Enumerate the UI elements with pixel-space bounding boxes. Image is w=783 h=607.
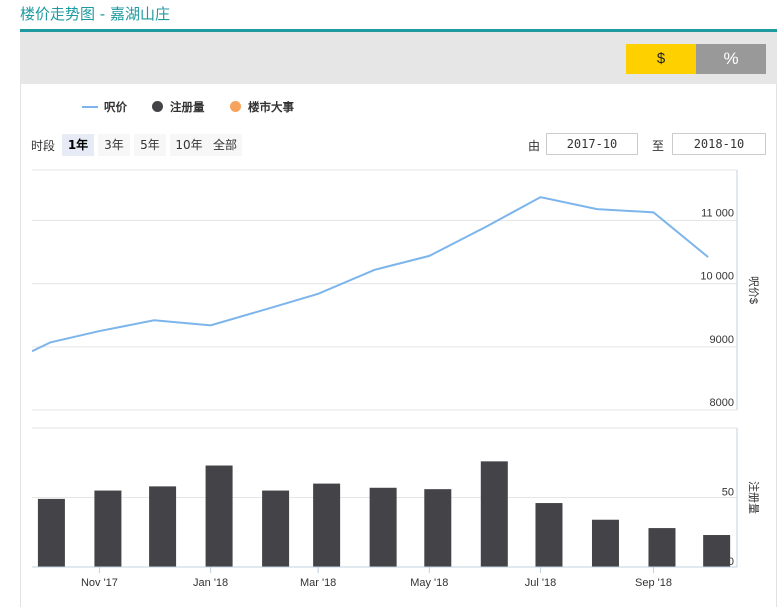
volume-bar: [149, 486, 177, 567]
x-tick-label: May '18: [410, 577, 448, 589]
x-tick-label: Sep '18: [635, 577, 672, 589]
volume-tick-label: 50: [722, 487, 734, 499]
x-tick-label: Nov '17: [81, 577, 118, 589]
volume-bar: [313, 483, 341, 567]
volume-bar: [535, 503, 563, 567]
x-tick-label: Jan '18: [193, 577, 228, 589]
volume-bar: [703, 535, 731, 567]
volume-bar: [424, 489, 452, 567]
x-tick-label: Jul '18: [525, 577, 556, 589]
volume-bar: [262, 490, 290, 567]
price-tick-label: 11 000: [701, 208, 734, 220]
volume-bar: [369, 487, 397, 567]
volume-y-axis-label: 注册量: [747, 481, 761, 514]
volume-bar: [94, 490, 122, 567]
volume-bar: [591, 519, 619, 567]
price-y-axis-label: 呎价$: [747, 276, 760, 304]
volume-bar: [480, 461, 508, 567]
price-volume-chart: 8000900010 00011 000呎价$050 注册量Nov '17 Jan …: [31, 169, 761, 589]
volume-bar: [37, 498, 65, 567]
volume-bar: [648, 528, 676, 567]
price-tick-label: 8000: [710, 397, 734, 409]
volume-bar: [205, 465, 233, 567]
price-tick-label: 10 000: [700, 271, 734, 283]
price-tick-label: 9000: [710, 334, 734, 346]
x-tick-label: Mar '18: [300, 577, 336, 589]
